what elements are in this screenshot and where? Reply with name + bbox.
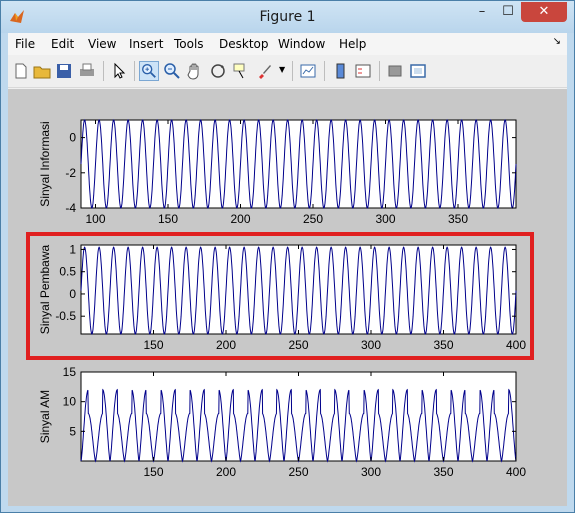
x-tick-label: 200 xyxy=(230,212,250,226)
highlight-box xyxy=(26,232,534,360)
zoom-out-icon[interactable] xyxy=(162,61,182,81)
figure-window: Figure 1 – ☐ ✕ File Edit View Insert Too… xyxy=(0,0,575,513)
x-tick-label: 150 xyxy=(158,212,178,226)
print-icon[interactable] xyxy=(77,61,97,81)
axes-1[interactable]: 100 150 200 250 300 350 0 -2 -4 Sinyal Informasi xyxy=(38,119,517,226)
menu-file[interactable]: File xyxy=(15,37,35,51)
y-tick-label: 5 xyxy=(69,424,76,438)
menu-help[interactable]: Help xyxy=(339,37,366,51)
x-tick-label: 100 xyxy=(85,212,105,226)
title-bar[interactable]: Figure 1 – ☐ ✕ xyxy=(1,1,574,33)
brush-icon[interactable] xyxy=(255,61,275,81)
x-tick-label: 350 xyxy=(448,212,468,226)
dock-arrow-icon[interactable]: ↘ xyxy=(553,36,561,47)
x-tick-label: 300 xyxy=(375,212,395,226)
save-icon[interactable] xyxy=(54,61,74,81)
data-cursor-icon[interactable] xyxy=(231,61,251,81)
open-file-icon[interactable] xyxy=(32,61,52,81)
close-button[interactable]: ✕ xyxy=(521,2,567,22)
pan-icon[interactable] xyxy=(185,61,205,81)
menu-tools[interactable]: Tools xyxy=(174,37,204,51)
rotate-3d-icon[interactable] xyxy=(208,61,228,81)
x-tick-label: 400 xyxy=(506,465,526,479)
y-tick-label: 15 xyxy=(63,365,77,379)
axes-3[interactable]: 150 200 250 300 350 400 15 10 5 Sinyal AM xyxy=(38,365,526,479)
figure-toolbar: ▼ xyxy=(8,55,567,88)
y-axis-label: Sinyal Informasi xyxy=(38,121,52,206)
x-tick-label: 250 xyxy=(303,212,323,226)
minimize-button[interactable]: – xyxy=(469,2,495,22)
x-tick-label: 250 xyxy=(288,465,308,479)
colorbar-icon[interactable] xyxy=(331,61,351,81)
menu-view[interactable]: View xyxy=(88,37,116,51)
brush-dropdown-icon[interactable]: ▼ xyxy=(279,65,285,74)
x-tick-label: 200 xyxy=(216,465,236,479)
menu-desktop[interactable]: Desktop xyxy=(219,37,269,51)
maximize-button[interactable]: ☐ xyxy=(495,2,521,22)
y-tick-label: -2 xyxy=(65,166,76,180)
legend-icon[interactable] xyxy=(353,61,373,81)
menu-bar: File Edit View Insert Tools Desktop Wind… xyxy=(8,33,567,55)
hide-plot-tools-icon[interactable] xyxy=(385,61,405,81)
y-tick-label: 10 xyxy=(63,395,77,409)
zoom-in-icon[interactable] xyxy=(139,61,159,81)
y-tick-label: -4 xyxy=(65,201,76,215)
x-tick-label: 300 xyxy=(361,465,381,479)
new-figure-icon[interactable] xyxy=(11,61,31,81)
x-tick-label: 350 xyxy=(433,465,453,479)
link-plot-icon[interactable] xyxy=(298,61,318,81)
menu-insert[interactable]: Insert xyxy=(129,37,163,51)
menu-window[interactable]: Window xyxy=(278,37,325,51)
y-axis-label: Sinyal AM xyxy=(38,390,52,443)
plot-area xyxy=(80,371,517,462)
x-tick-label: 150 xyxy=(143,465,163,479)
pointer-icon[interactable] xyxy=(109,61,129,81)
menu-edit[interactable]: Edit xyxy=(51,37,74,51)
show-plot-tools-icon[interactable] xyxy=(408,61,428,81)
y-tick-label: 0 xyxy=(69,131,76,145)
